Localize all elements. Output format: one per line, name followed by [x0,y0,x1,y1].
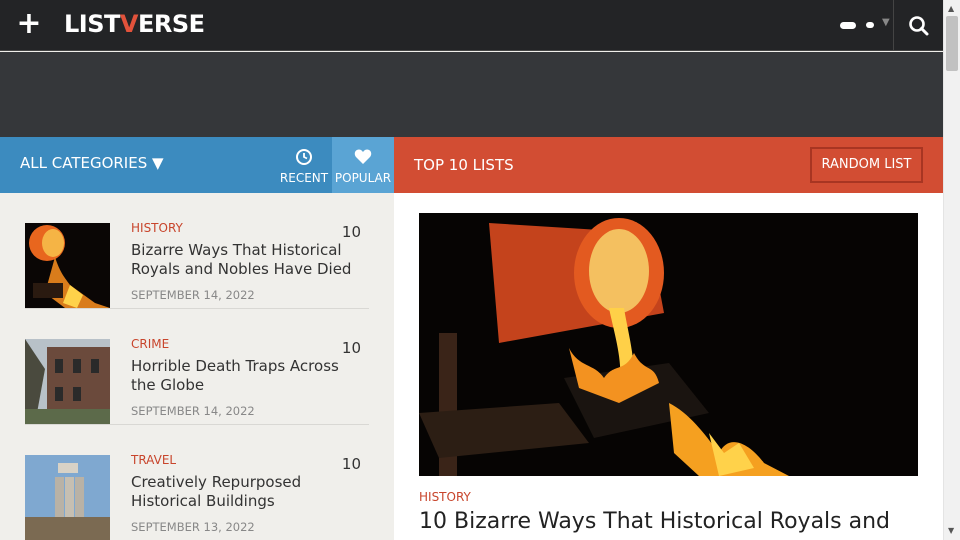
category-nav: ALL CATEGORIES ▼ RECENT POPULAR [0,137,394,193]
scroll-up-icon[interactable]: ▲ [948,4,954,13]
top-bar: + LISTVERSE ▼ [0,0,943,51]
user-menu[interactable]: ▼ [838,16,892,36]
all-categories-dropdown[interactable]: ALL CATEGORIES ▼ [20,154,164,172]
divider [893,0,894,51]
list-item: CRIME 10 Horrible Death Traps Across the… [25,309,369,425]
article-date: SEPTEMBER 13, 2022 [131,520,255,534]
article-thumbnail[interactable] [25,339,110,424]
featured-image[interactable] [419,213,918,476]
tab-recent[interactable]: RECENT [277,137,331,193]
article-category[interactable]: TRAVEL [131,453,176,467]
article-date: SEPTEMBER 14, 2022 [131,404,255,418]
caret-down-icon: ▼ [882,17,890,28]
user-icon [866,22,874,28]
plus-icon[interactable]: + [16,9,42,39]
heart-icon [354,148,372,169]
page-scrollbar[interactable]: ▲ ▼ [943,0,960,540]
tab-popular[interactable]: POPULAR [332,137,394,193]
scroll-down-icon[interactable]: ▼ [948,526,954,535]
scrollbar-thumb[interactable] [946,16,958,71]
section-title: TOP 10 LISTS [414,156,514,174]
list-count: 10 [341,223,361,241]
user-avatar-icon [840,22,856,29]
site-logo[interactable]: LISTVERSE [64,10,205,38]
featured-article: HISTORY 10 Bizarre Ways That Historical … [394,193,943,540]
tab-recent-label: RECENT [279,171,329,185]
search-icon[interactable] [906,13,932,39]
article-category[interactable]: CRIME [131,337,169,351]
article-date: SEPTEMBER 14, 2022 [131,288,255,302]
featured-title[interactable]: 10 Bizarre Ways That Historical Royals a… [419,509,919,534]
featured-category[interactable]: HISTORY [419,490,471,504]
clock-icon [295,148,313,170]
tab-popular-label: POPULAR [334,171,392,185]
article-category[interactable]: HISTORY [131,221,183,235]
article-title[interactable]: Horrible Death Traps Across the Globe [131,357,365,395]
article-title[interactable]: Bizarre Ways That Historical Royals and … [131,241,365,279]
top-lists-header: TOP 10 LISTS RANDOM LIST [394,137,943,193]
list-count: 10 [341,455,361,473]
ad-banner [0,52,943,137]
list-count: 10 [341,339,361,357]
article-list: HISTORY 10 Bizarre Ways That Historical … [0,193,394,540]
list-item: TRAVEL 10 Creatively Repurposed Historic… [25,425,369,540]
random-list-button[interactable]: RANDOM LIST [810,147,923,183]
article-title[interactable]: Creatively Repurposed Historical Buildin… [131,473,365,511]
list-item: HISTORY 10 Bizarre Ways That Historical … [25,193,369,309]
article-thumbnail[interactable] [25,455,110,540]
article-thumbnail[interactable] [25,223,110,308]
